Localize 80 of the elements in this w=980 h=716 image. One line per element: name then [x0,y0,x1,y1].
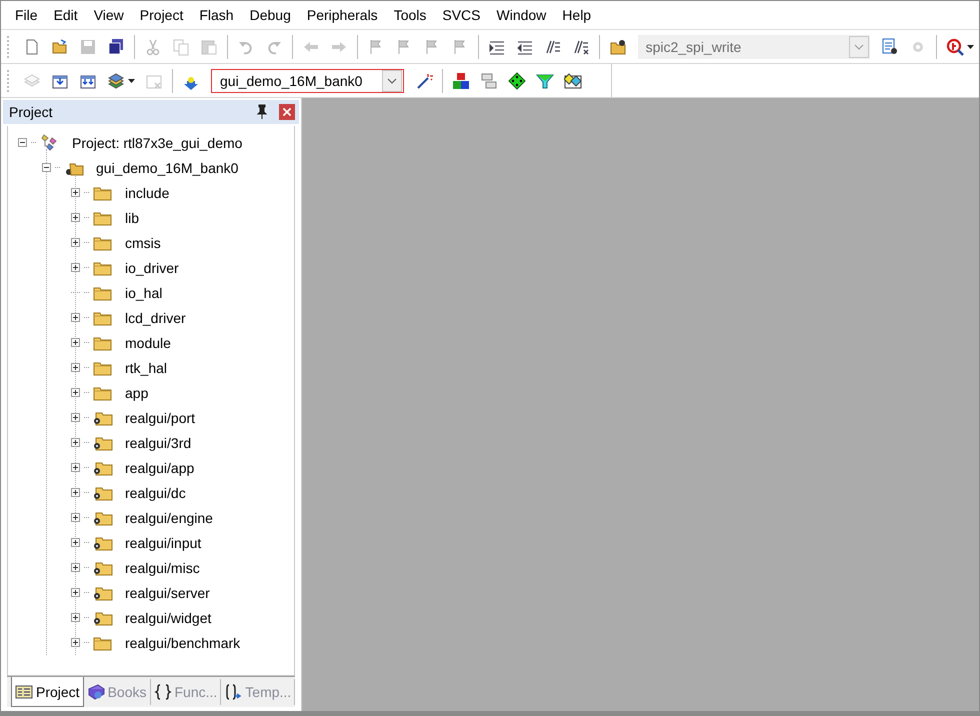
expand-toggle[interactable] [71,488,80,497]
tree-item[interactable]: realgui/dc [125,484,186,500]
tree-item[interactable]: realgui/benchmark [125,634,240,650]
expand-toggle[interactable] [71,313,80,322]
expand-toggle[interactable] [71,588,80,597]
menu-item[interactable]: Peripherals [298,7,386,23]
expand-toggle[interactable] [71,338,80,347]
tree-item[interactable]: realgui/widget [125,610,212,626]
tree-item[interactable]: realgui/app [125,460,194,476]
windows-icon [480,72,498,90]
expand-toggle[interactable] [71,263,80,272]
tree-item[interactable]: rtk_hal [125,360,168,376]
stack-icon [23,72,41,90]
caret-icon [967,44,974,48]
menu-item[interactable]: SVCS [434,7,488,23]
magic-wand-icon [415,72,433,90]
tree-item[interactable]: realgui/engine [125,510,213,526]
debug-magnifier-icon [946,38,964,56]
panel-tab[interactable]: Project [11,677,84,707]
menu-item[interactable]: Tools [386,7,434,23]
tree-item[interactable]: Project: rtl87x3e_gui_demo [72,134,242,150]
tree-item[interactable]: gui_demo_16M_bank0 [96,160,238,176]
book-icon [86,683,105,701]
document-search-icon [881,38,900,56]
chevron-down-icon [854,44,864,50]
colored-blocks-icon [452,72,470,90]
funnel-icon [536,72,554,90]
menu-item[interactable]: Flash [191,7,242,23]
panel-title: Project [9,104,54,120]
packs-icon [564,72,582,90]
tree-item[interactable]: realgui/port [125,410,196,426]
expand-toggle[interactable] [71,638,80,647]
expand-toggle[interactable] [71,613,80,622]
braces-icon [154,683,172,701]
menu-item[interactable]: Help [554,7,600,23]
tree-item[interactable]: include [125,184,170,200]
close-button[interactable] [279,104,295,120]
tree-item[interactable]: realgui/misc [125,560,200,576]
tree-item[interactable]: module [125,334,171,350]
floppy-disks-icon [106,38,125,56]
expand-toggle[interactable] [71,238,80,247]
expand-toggle[interactable] [71,463,80,472]
diamond-icon [508,72,526,90]
expand-toggle[interactable] [71,563,80,572]
caret-icon [128,78,135,82]
expand-toggle[interactable] [71,538,80,547]
menu-item[interactable]: File [7,7,46,23]
tree-item[interactable]: cmsis [125,234,161,250]
expand-toggle[interactable] [71,513,80,522]
tree-item[interactable]: realgui/3rd [125,434,192,450]
tree-item[interactable]: io_driver [125,260,179,276]
template-braces-icon [224,683,242,701]
tree-item[interactable]: app [125,384,148,400]
expand-toggle[interactable] [71,388,80,397]
menu-item[interactable]: Debug [242,7,299,23]
chevron-down-icon [387,78,397,84]
menu-item[interactable]: View [86,7,132,23]
layers-icon [107,72,125,90]
menu-item[interactable]: Window [488,7,554,23]
menu-item[interactable]: Edit [46,7,86,23]
project-window-icon [15,682,33,700]
target-combo-box[interactable]: gui_demo_16M_bank0 [211,68,404,92]
collapse-toggle[interactable] [42,163,51,172]
folder-icon [50,38,69,56]
tree-item[interactable]: lib [125,210,140,226]
tree-item[interactable]: io_hal [125,284,162,300]
expand-toggle[interactable] [71,438,80,447]
tree-item[interactable]: lcd_driver [125,310,186,326]
tree-item[interactable]: realgui/input [125,534,202,550]
expand-toggle[interactable] [71,188,80,197]
tree-item[interactable]: realgui/server [125,584,210,600]
expand-toggle[interactable] [71,413,80,422]
dropdown-button[interactable] [382,70,402,92]
folder-icon [608,38,627,56]
menu-item[interactable]: Project [132,7,192,23]
expand-toggle[interactable] [71,213,80,222]
clipboard-icon [200,38,218,56]
expand-toggle[interactable] [71,363,80,372]
collapse-toggle[interactable] [18,138,27,147]
copy-icon [172,38,190,56]
